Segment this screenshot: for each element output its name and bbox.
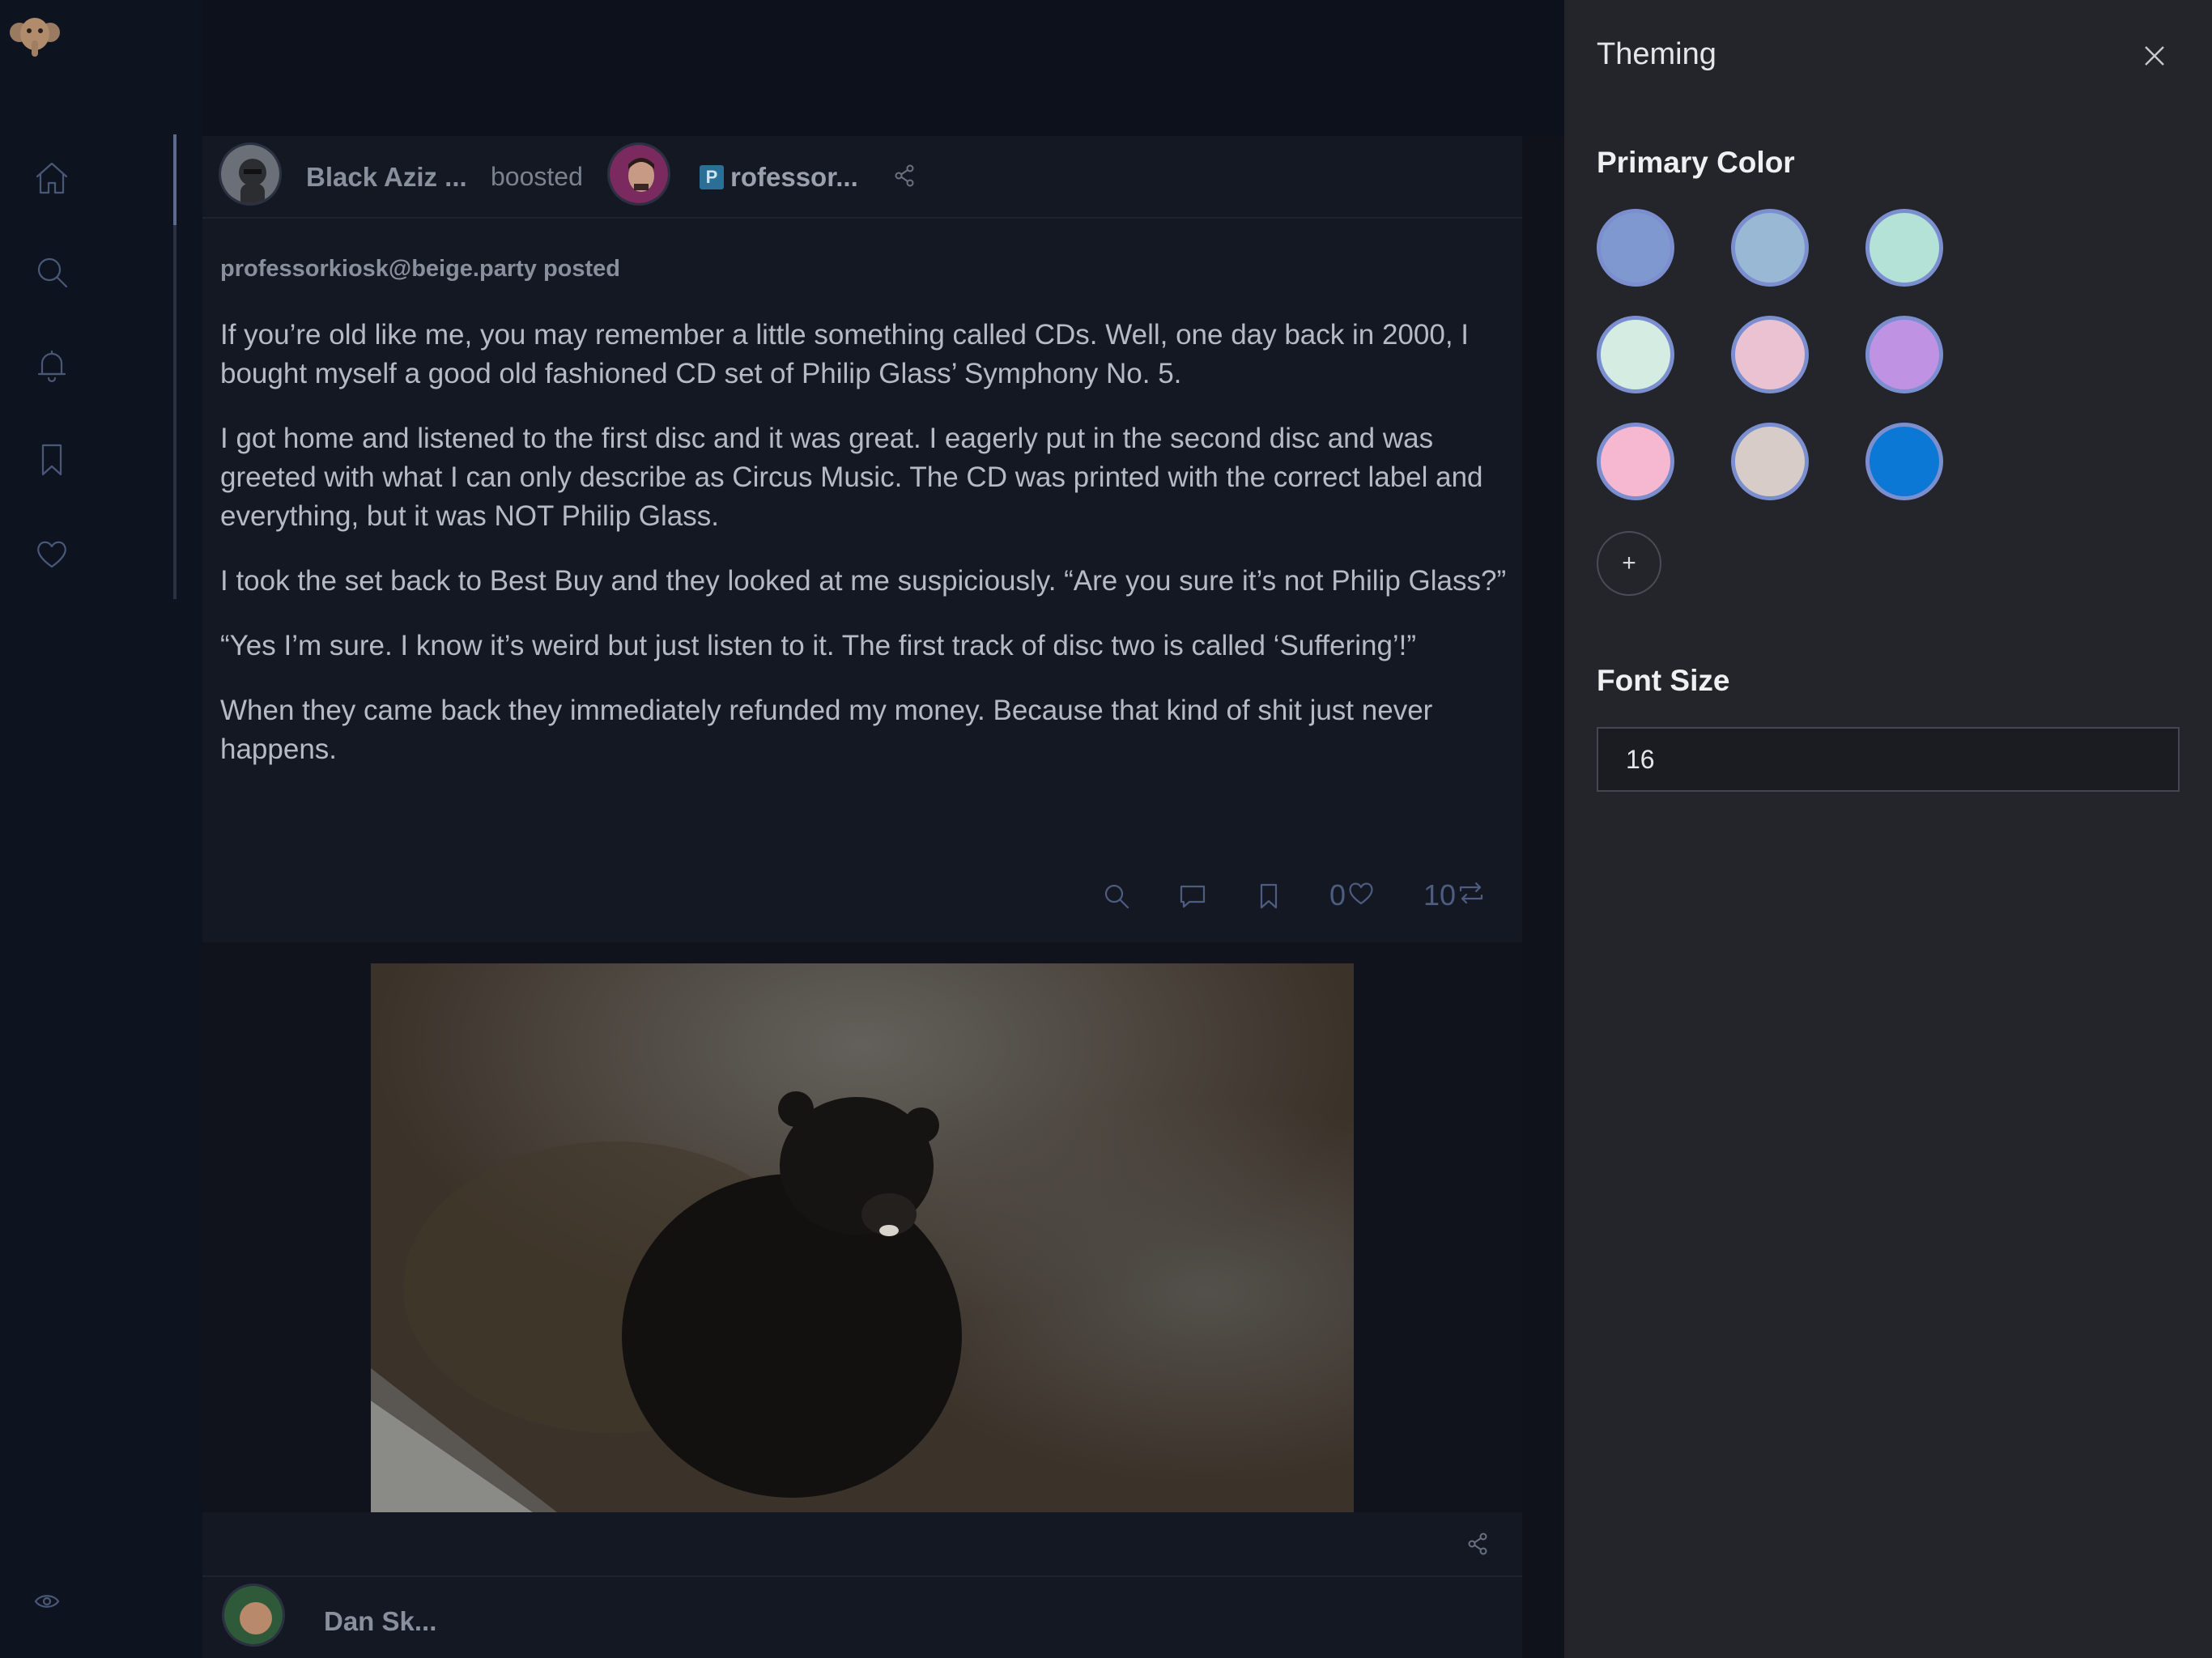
booster-name[interactable]: Black Aziz ... bbox=[306, 162, 467, 193]
top-bar bbox=[202, 0, 1564, 136]
eye-icon[interactable] bbox=[32, 1587, 62, 1616]
color-swatch[interactable] bbox=[1597, 209, 1674, 287]
home-icon[interactable] bbox=[29, 155, 74, 201]
media-post-footer bbox=[202, 1512, 1522, 1577]
author-avatar[interactable] bbox=[607, 142, 670, 206]
share-icon[interactable] bbox=[1465, 1532, 1490, 1560]
view-thread-icon[interactable] bbox=[1101, 881, 1132, 916]
post-paragraph: “Yes I’m sure. I know it’s weird but jus… bbox=[220, 630, 1417, 661]
reply-icon[interactable] bbox=[1177, 881, 1208, 916]
primary-color-heading: Primary Color bbox=[1597, 146, 1795, 179]
post-paragraph: I took the set back to Best Buy and they… bbox=[220, 565, 1507, 597]
left-rail bbox=[0, 0, 202, 1658]
search-icon[interactable] bbox=[29, 249, 74, 295]
booster-avatar[interactable] bbox=[219, 142, 282, 206]
add-color-button[interactable]: + bbox=[1597, 531, 1661, 596]
bear-photo-image[interactable] bbox=[371, 963, 1354, 1512]
boosted-post[interactable]: Black Aziz ... boosted P rofessor... pro… bbox=[202, 136, 1522, 942]
author-name[interactable]: rofessor... bbox=[730, 162, 858, 193]
share-icon[interactable] bbox=[892, 164, 917, 192]
heart-icon[interactable] bbox=[29, 531, 74, 576]
post-content: If you’re old like me, you may remember … bbox=[220, 316, 1516, 795]
mastodon-logo-icon[interactable] bbox=[8, 8, 62, 62]
color-swatch[interactable] bbox=[1597, 316, 1674, 393]
timeline-feed[interactable]: Black Aziz ... boosted P rofessor... pro… bbox=[202, 136, 1522, 1658]
boost-count: 10 bbox=[1423, 878, 1457, 912]
next-post-avatar[interactable] bbox=[222, 1584, 285, 1647]
post-paragraph: If you’re old like me, you may remember … bbox=[220, 319, 1469, 389]
heart-outline-icon bbox=[1346, 878, 1376, 912]
font-size-input[interactable] bbox=[1597, 727, 2180, 792]
close-icon[interactable] bbox=[2138, 39, 2172, 73]
next-post-author-name[interactable]: Dan Sk... bbox=[324, 1606, 436, 1637]
post-paragraph: When they came back they immediately ref… bbox=[220, 695, 1433, 765]
posted-by-line[interactable]: professorkiosk@beige.party posted bbox=[220, 256, 620, 283]
boost-icon bbox=[1456, 878, 1487, 912]
color-swatch[interactable] bbox=[1865, 209, 1943, 287]
color-swatch[interactable] bbox=[1865, 423, 1943, 500]
next-post-preview[interactable]: Dan Sk... bbox=[202, 1577, 1522, 1658]
panel-title: Theming bbox=[1597, 37, 1716, 71]
boost-button[interactable]: 10 bbox=[1423, 878, 1487, 912]
bell-icon[interactable] bbox=[29, 343, 74, 389]
author-badge: P bbox=[700, 165, 724, 189]
color-swatch[interactable] bbox=[1731, 316, 1809, 393]
post-paragraph: I got home and listened to the first dis… bbox=[220, 423, 1483, 532]
color-swatch[interactable] bbox=[1731, 209, 1809, 287]
nav-active-indicator bbox=[173, 134, 177, 599]
color-swatch[interactable] bbox=[1865, 316, 1943, 393]
font-size-heading: Font Size bbox=[1597, 664, 1730, 697]
bookmark-post-icon[interactable] bbox=[1253, 881, 1284, 916]
color-swatch[interactable] bbox=[1731, 423, 1809, 500]
media-post[interactable] bbox=[202, 954, 1522, 1512]
like-button[interactable]: 0 bbox=[1329, 878, 1376, 912]
post-header: Black Aziz ... boosted P rofessor... bbox=[202, 136, 1522, 219]
like-count: 0 bbox=[1329, 878, 1346, 912]
color-swatch[interactable] bbox=[1597, 423, 1674, 500]
bookmark-icon[interactable] bbox=[29, 437, 74, 483]
theming-panel: Theming Primary Color + Font Size bbox=[1564, 0, 2212, 1658]
boosted-label: boosted bbox=[491, 162, 583, 191]
